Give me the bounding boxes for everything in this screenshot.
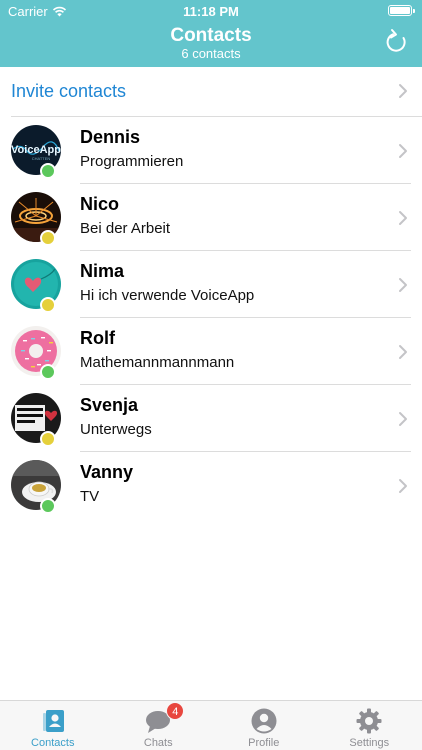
- chevron-right-icon: [399, 278, 407, 292]
- tab-label: Settings: [349, 737, 390, 749]
- contact-row[interactable]: Vanny TV: [0, 452, 422, 519]
- chevron-right-icon: [399, 412, 407, 426]
- contact-row[interactable]: Rolf Mathemannmannmann: [0, 318, 422, 385]
- status-time: 11:18 PM: [183, 4, 239, 19]
- contact-status: Bei der Arbeit: [80, 220, 171, 237]
- tab-label: Profile: [248, 737, 280, 749]
- presence-dot: [40, 364, 56, 380]
- contact-name: Svenja: [80, 395, 139, 415]
- contact-status: Hi ich verwende VoiceApp: [80, 287, 255, 304]
- contacts-icon: [42, 710, 64, 732]
- tab-label: Contacts: [31, 737, 75, 749]
- presence-dot: [40, 297, 56, 313]
- gear-icon: [356, 708, 382, 734]
- battery-icon: [388, 5, 415, 16]
- invite-contacts-row[interactable]: Invite contacts: [11, 67, 422, 117]
- contact-name: Nico: [80, 194, 120, 214]
- chevron-right-icon: [399, 84, 407, 98]
- contact-name: Nima: [80, 261, 125, 281]
- svg-text:CHATTEN: CHATTEN: [32, 156, 51, 161]
- contact-row[interactable]: VoiceApp CHATTEN Dennis Programmieren: [0, 117, 422, 184]
- person-icon: [251, 708, 277, 734]
- presence-dot: [40, 163, 56, 179]
- chevron-right-icon: [399, 345, 407, 359]
- page-title: Contacts: [170, 25, 252, 46]
- tab-settings[interactable]: Settings: [317, 701, 422, 750]
- unread-badge: 4: [166, 702, 185, 720]
- contact-status: Unterwegs: [80, 421, 152, 438]
- contact-row[interactable]: Nima Hi ich verwende VoiceApp: [0, 251, 422, 318]
- contact-row[interactable]: Svenja Unterwegs: [0, 385, 422, 452]
- presence-dot: [40, 431, 56, 447]
- tab-contacts[interactable]: Contacts: [0, 701, 106, 750]
- presence-dot: [40, 498, 56, 514]
- contact-name: Vanny: [80, 462, 134, 482]
- contact-status: Mathemannmannmann: [80, 354, 235, 371]
- presence-dot: [40, 230, 56, 246]
- chevron-right-icon: [399, 144, 407, 158]
- contact-count: 6 contacts: [181, 46, 241, 61]
- tab-profile[interactable]: Profile: [211, 701, 317, 750]
- contact-name: Rolf: [80, 328, 115, 348]
- contact-row[interactable]: Nico Bei der Arbeit: [0, 184, 422, 251]
- invite-contacts-label[interactable]: Invite contacts: [11, 81, 126, 102]
- refresh-icon[interactable]: [384, 28, 410, 56]
- contact-name: Dennis: [80, 127, 141, 147]
- chevron-right-icon: [399, 211, 407, 225]
- contact-status: Programmieren: [80, 153, 184, 170]
- contacts-list: Invite contacts VoiceApp CHATTEN Dennis …: [0, 67, 422, 519]
- svg-text:VoiceApp: VoiceApp: [11, 144, 61, 156]
- tab-bar: Contacts 4 Chats Profile Settings: [0, 700, 422, 750]
- chevron-right-icon: [399, 479, 407, 493]
- tab-chats[interactable]: 4 Chats: [106, 701, 212, 750]
- tab-label: Chats: [143, 737, 173, 749]
- header: Carrier 11:18 PM Contacts 6 contacts: [0, 0, 422, 67]
- contact-status: TV: [80, 488, 100, 505]
- status-bar: Carrier 11:18 PM: [0, 0, 422, 22]
